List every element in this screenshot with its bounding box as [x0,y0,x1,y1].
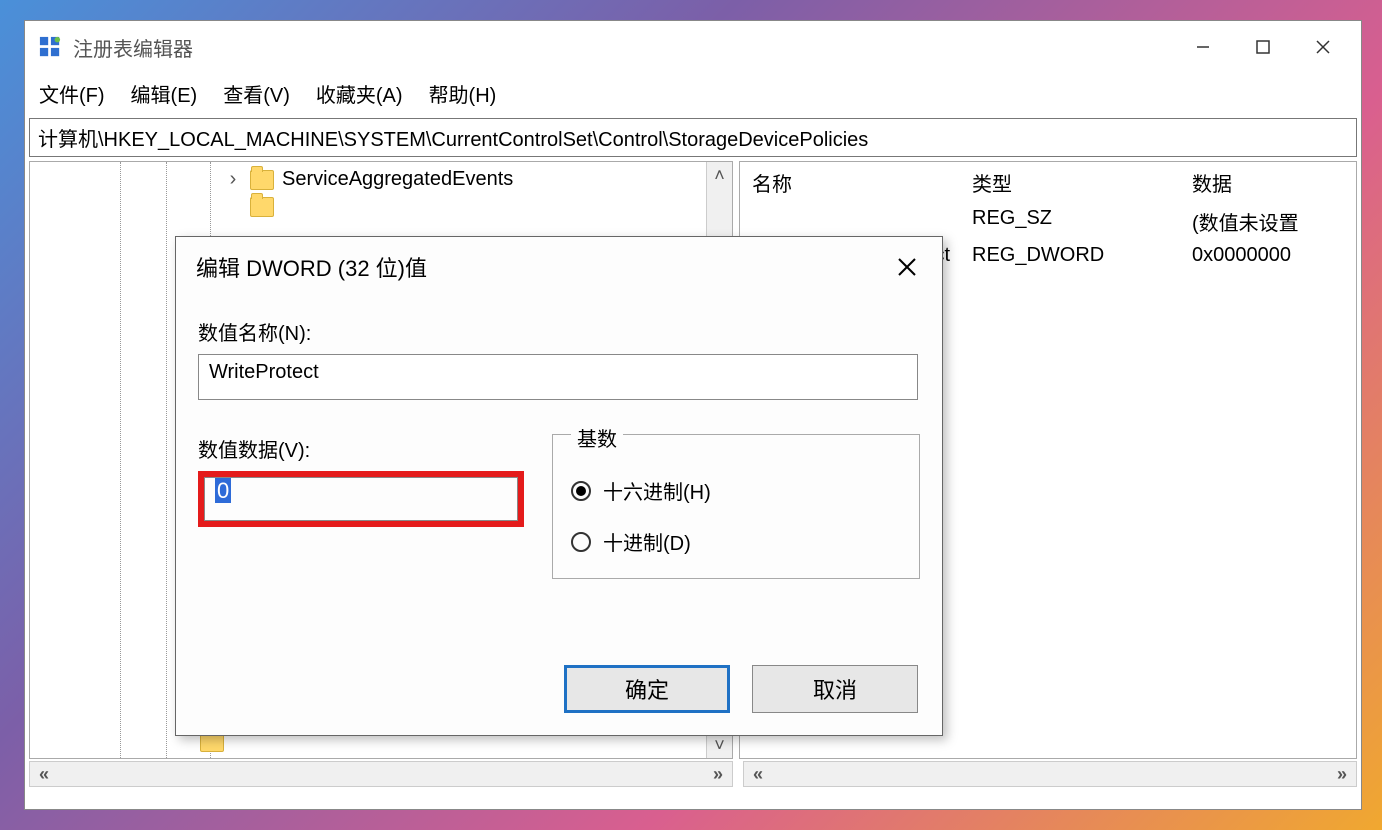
base-legend: 基数 [571,423,623,452]
cancel-button[interactable]: 取消 [752,665,918,713]
column-header-data[interactable]: 数据 [1192,168,1344,197]
list-header: 名称 类型 数据 [740,162,1356,203]
maximize-button[interactable] [1233,27,1293,67]
scroll-right-icon[interactable]: » [704,764,732,785]
radio-dec[interactable]: 十进制(D) [571,527,901,556]
value-name-field[interactable]: WriteProtect [198,354,918,400]
chevron-right-icon[interactable]: › [224,168,242,191]
address-bar[interactable]: 计算机\HKEY_LOCAL_MACHINE\SYSTEM\CurrentCon… [29,118,1357,157]
dialog-close-button[interactable] [892,252,922,282]
column-header-name[interactable]: 名称 [752,168,972,197]
titlebar: 注册表编辑器 [25,21,1361,73]
ok-button[interactable]: 确定 [564,665,730,713]
cell-type: REG_SZ [972,207,1192,236]
window-title: 注册表编辑器 [73,33,193,62]
list-hscrollbar[interactable]: « » [743,761,1357,787]
value-data-input[interactable]: 0 [204,477,518,521]
value-data-highlight: 0 [198,471,524,527]
folder-icon [250,170,274,190]
scroll-left-icon[interactable]: « [30,764,58,785]
cell-type: REG_DWORD [972,244,1192,267]
dialog-body: 数值名称(N): WriteProtect 数值数据(V): 0 基数 十六进制… [176,287,942,579]
folder-icon [250,197,274,217]
horizontal-scrollbars: « » « » [25,761,1361,791]
list-row[interactable]: REG_SZ (数值未设置 [740,203,1356,240]
scroll-left-icon[interactable]: « [744,764,772,785]
close-button[interactable] [1293,27,1353,67]
menu-view[interactable]: 查看(V) [223,79,290,108]
minimize-button[interactable] [1173,27,1233,67]
regedit-app-icon [39,36,61,58]
value-name-label: 数值名称(N): [198,317,920,346]
scroll-right-icon[interactable]: » [1328,764,1356,785]
cell-name [752,207,972,236]
dialog-buttons: 确定 取消 [564,665,918,713]
column-header-type[interactable]: 类型 [972,168,1192,197]
menu-help[interactable]: 帮助(H) [429,79,497,108]
dialog-title: 编辑 DWORD (32 位)值 [196,251,427,283]
menubar: 文件(F) 编辑(E) 查看(V) 收藏夹(A) 帮助(H) [25,73,1361,118]
radio-icon [571,481,591,501]
cell-data: (数值未设置 [1192,207,1344,236]
tree-item-label: ServiceAggregatedEvents [282,168,513,191]
edit-dword-dialog: 编辑 DWORD (32 位)值 数值名称(N): WriteProtect 数… [175,236,943,736]
base-fieldset: 基数 十六进制(H) 十进制(D) [552,434,920,579]
value-data-label: 数值数据(V): [198,434,524,463]
cell-data: 0x0000000 [1192,244,1344,267]
scroll-up-icon[interactable]: ˄ [707,162,732,188]
window-controls [1173,27,1353,67]
tree-item[interactable]: › ServiceAggregatedEvents [80,166,732,193]
radio-icon [571,532,591,552]
tree-item[interactable] [80,195,732,219]
radio-hex[interactable]: 十六进制(H) [571,476,901,505]
tree-hscrollbar[interactable]: « » [29,761,733,787]
menu-favorites[interactable]: 收藏夹(A) [316,79,403,108]
menu-file[interactable]: 文件(F) [39,79,105,108]
menu-edit[interactable]: 编辑(E) [131,79,198,108]
dialog-titlebar: 编辑 DWORD (32 位)值 [176,237,942,287]
radio-hex-label: 十六进制(H) [603,476,711,505]
radio-dec-label: 十进制(D) [603,527,691,556]
regedit-window: 注册表编辑器 文件(F) 编辑(E) 查看(V) 收藏夹(A) 帮助(H) 计算… [24,20,1362,810]
